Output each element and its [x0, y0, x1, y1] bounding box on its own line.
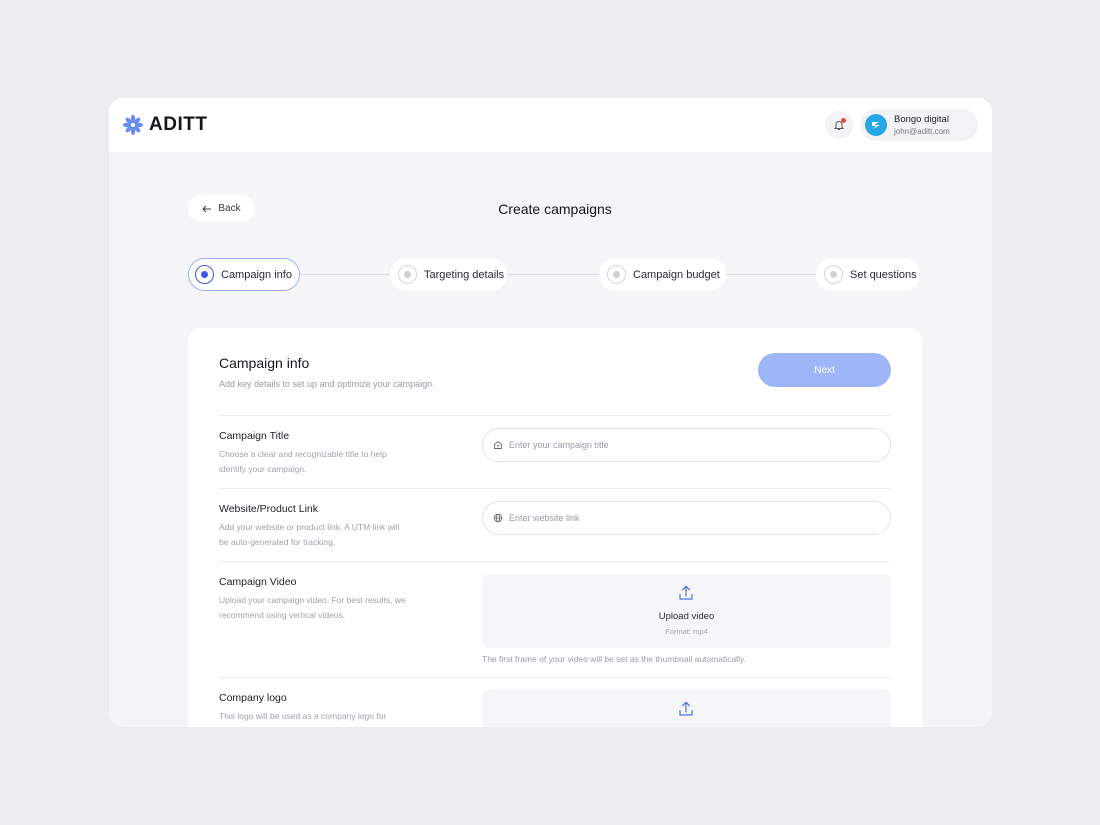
- arrow-left-icon: [202, 205, 212, 212]
- upload-icon: [679, 585, 693, 600]
- step-label: Targeting details: [424, 268, 505, 281]
- campaign-title-field[interactable]: [482, 428, 891, 462]
- website-link-description: Add your website or product link. A UTM …: [219, 522, 400, 547]
- step-label: Set questions: [850, 268, 917, 281]
- account-menu[interactable]: Bongo digital john@aditt.com: [860, 109, 978, 141]
- step-indicator-icon: [607, 265, 626, 284]
- step-targeting-details[interactable]: Targeting details: [390, 258, 507, 291]
- asterisk-logo-icon: [122, 114, 144, 136]
- company-logo-description: This logo will be used as a company logo…: [219, 711, 387, 721]
- step-label: Campaign budget: [633, 268, 720, 281]
- divider: [219, 677, 891, 678]
- step-label: Campaign info: [221, 268, 292, 281]
- top-bar: ADITT Bongo digital john@aditt.com: [109, 98, 992, 152]
- account-email: john@aditt.com: [894, 126, 950, 136]
- divider: [219, 415, 891, 416]
- company-logo-label: Company logo: [219, 692, 287, 704]
- globe-icon: [493, 513, 503, 523]
- next-button[interactable]: Next: [758, 353, 891, 387]
- brand-name: ADITT: [149, 114, 208, 135]
- step-campaign-info[interactable]: Campaign info: [188, 258, 300, 291]
- section-subtitle: Add key details to set up and optimize y…: [219, 379, 435, 389]
- step-indicator-icon: [824, 265, 843, 284]
- campaign-title-input[interactable]: [509, 440, 869, 450]
- back-label: Back: [218, 203, 241, 214]
- avatar: [865, 114, 887, 136]
- campaign-video-description: Upload your campaign video. For best res…: [219, 595, 406, 620]
- campaign-info-card: Campaign info Add key details to set up …: [188, 328, 922, 727]
- account-name: Bongo digital: [894, 113, 949, 125]
- upload-format-note: Format: mp4: [665, 627, 708, 636]
- website-link-input[interactable]: [509, 513, 869, 523]
- step-connector: [507, 274, 599, 275]
- step-set-questions[interactable]: Set questions: [816, 258, 920, 291]
- step-campaign-budget[interactable]: Campaign budget: [599, 258, 726, 291]
- account-info: Bongo digital john@aditt.com: [894, 114, 950, 137]
- campaign-title-label: Campaign Title: [219, 430, 290, 442]
- video-upload-dropzone[interactable]: Upload video Format: mp4: [482, 574, 891, 648]
- page-title: Create campaigns: [498, 201, 612, 217]
- company-logo-icon: [872, 122, 880, 129]
- app-window: ADITT Bongo digital john@aditt.com Back …: [109, 98, 992, 727]
- step-indicator-icon: [195, 265, 214, 284]
- divider: [219, 488, 891, 489]
- upload-icon: [679, 701, 693, 716]
- section-title: Campaign info: [219, 355, 310, 371]
- campaign-video-label: Campaign Video: [219, 576, 297, 588]
- step-connector: [726, 274, 816, 275]
- notifications-button[interactable]: [825, 111, 853, 139]
- logo-upload-dropzone[interactable]: [482, 690, 891, 727]
- thumbnail-hint: The first frame of your video will be se…: [482, 654, 746, 664]
- divider: [219, 561, 891, 562]
- website-link-field[interactable]: [482, 501, 891, 535]
- back-button[interactable]: Back: [188, 195, 255, 222]
- campaign-title-description: Choose a clear and recognizable title to…: [219, 449, 387, 474]
- upload-video-label: Upload video: [658, 611, 715, 622]
- home-icon: [494, 440, 502, 449]
- brand-logo[interactable]: ADITT: [122, 114, 207, 136]
- step-indicator-icon: [398, 265, 417, 284]
- website-link-label: Website/Product Link: [219, 503, 319, 515]
- notification-dot: [841, 118, 846, 123]
- step-connector: [300, 274, 390, 275]
